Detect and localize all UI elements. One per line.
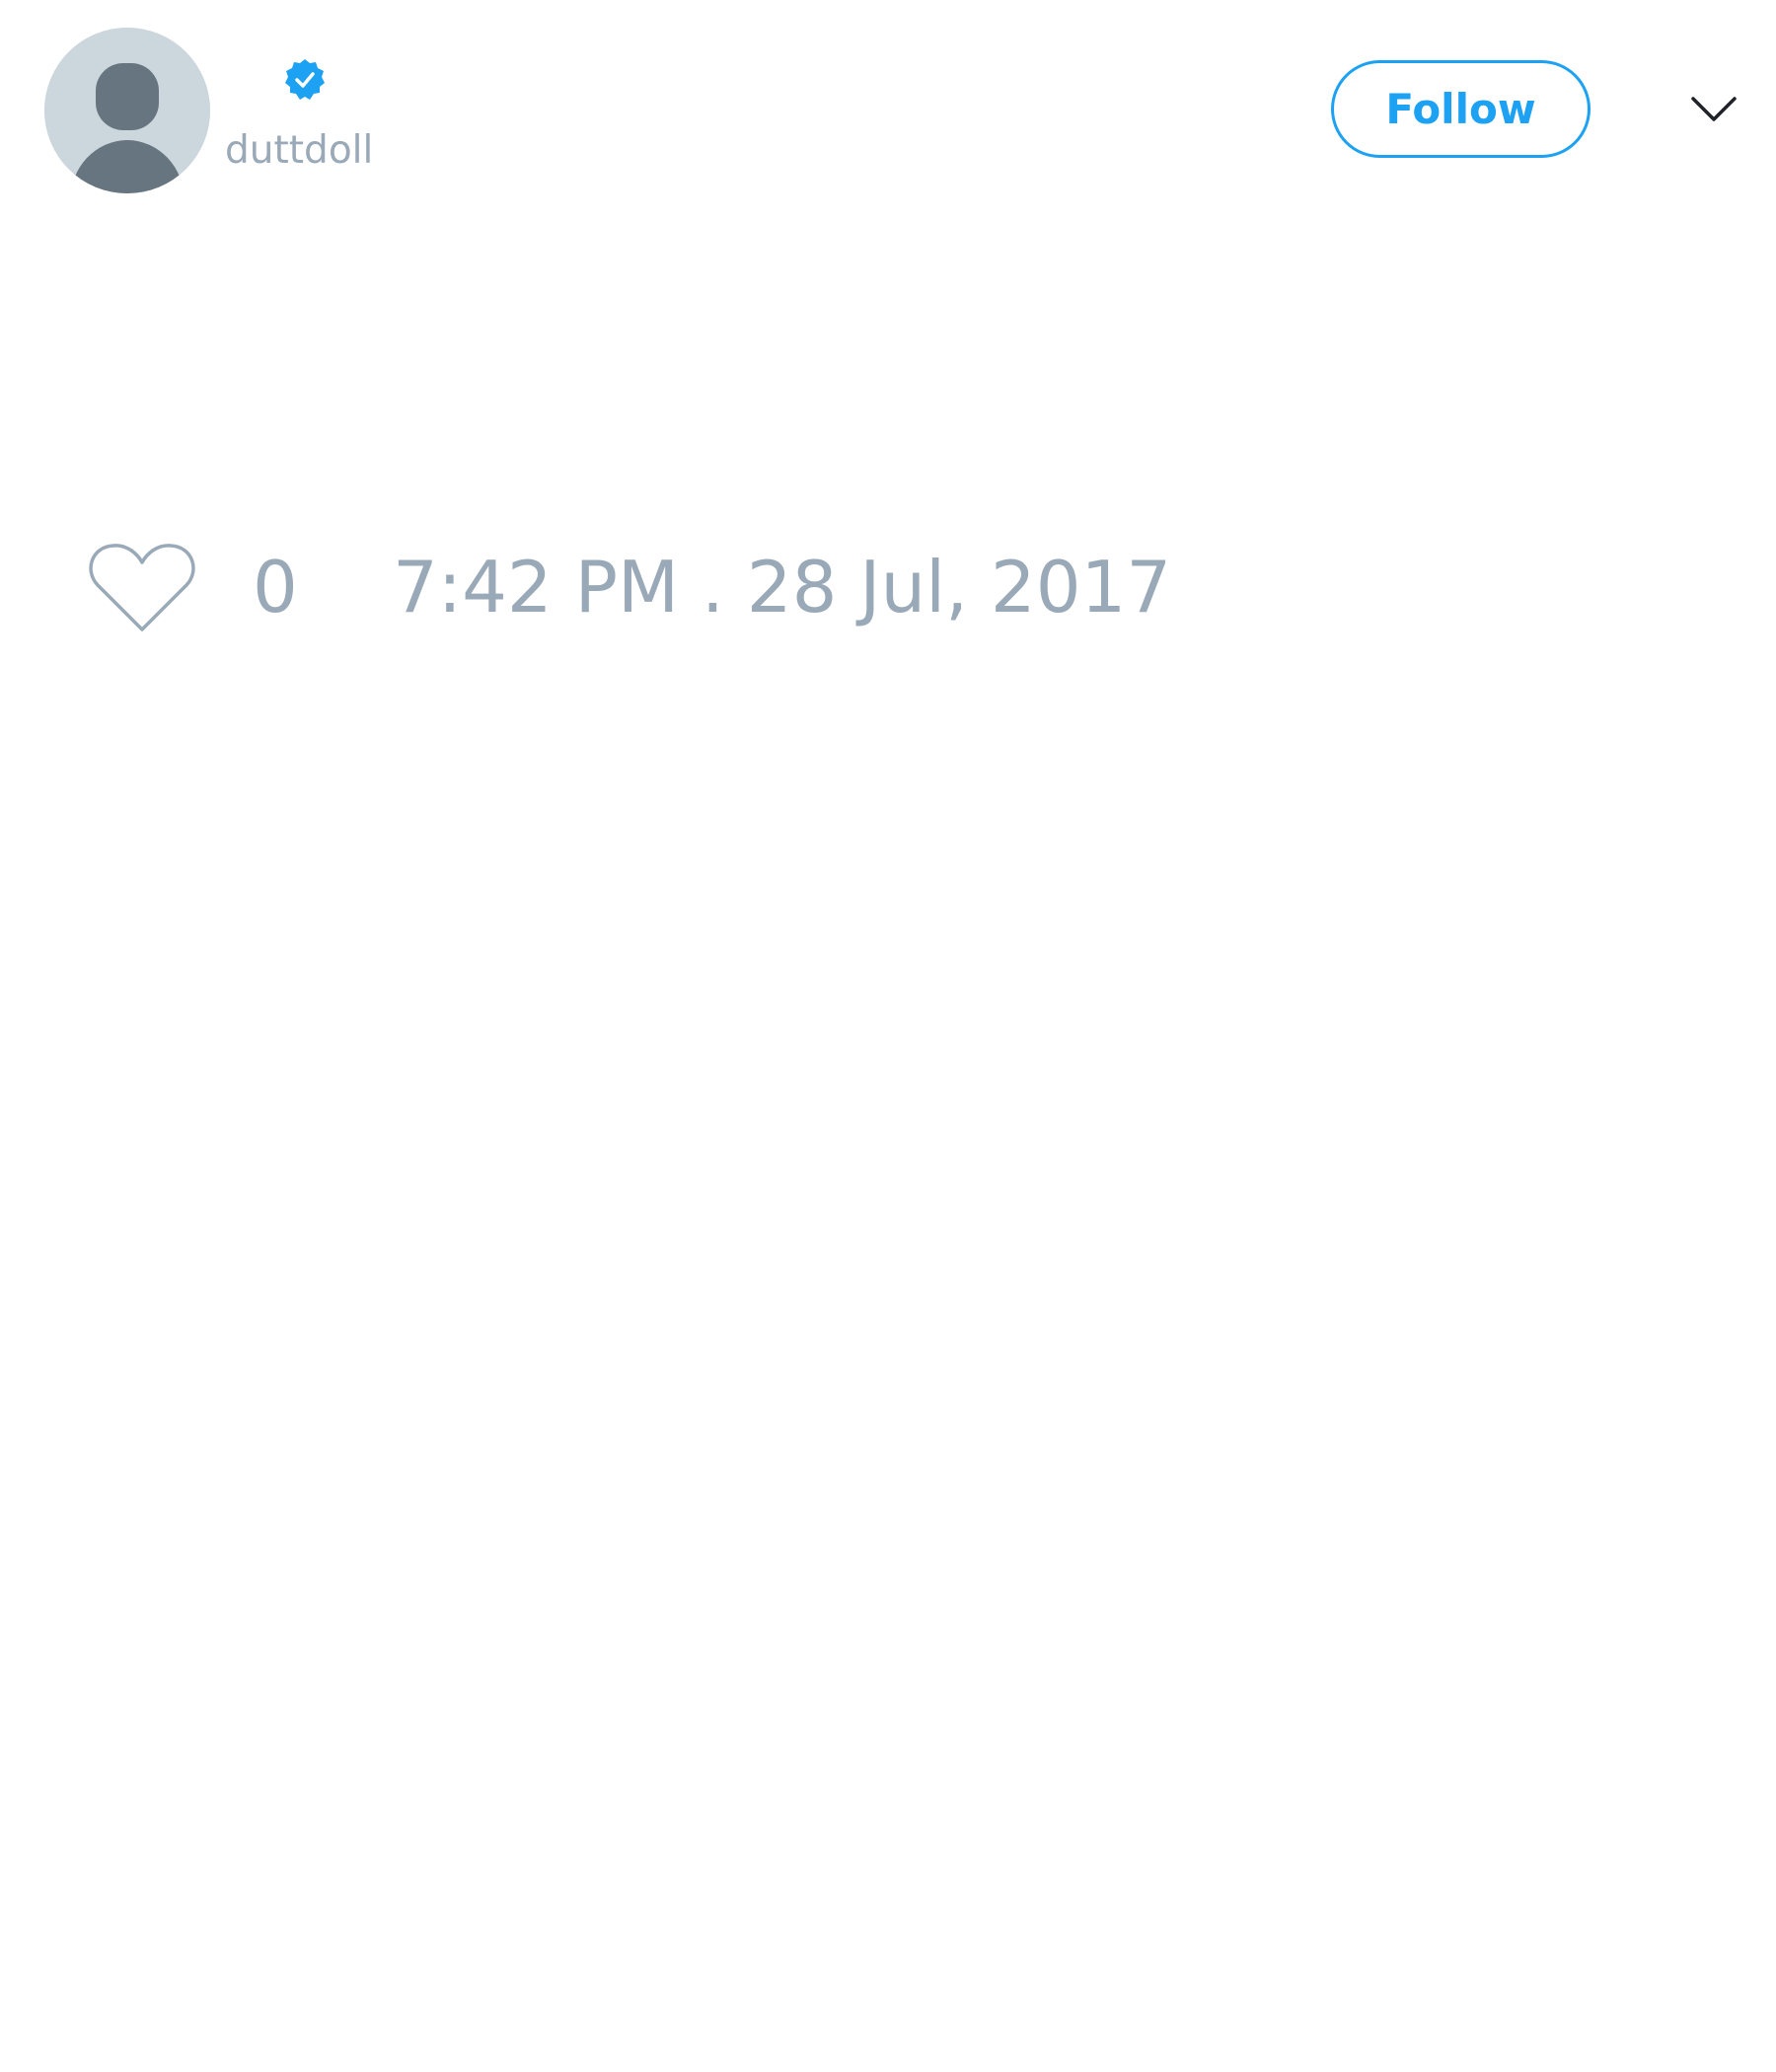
default-profile-silhouette-icon <box>44 28 210 193</box>
chevron-down-icon[interactable] <box>1689 89 1739 130</box>
verified-badge-icon <box>285 59 325 100</box>
like-count: 0 <box>253 546 298 629</box>
heart-outline-icon[interactable] <box>88 541 196 634</box>
tweet-timestamp[interactable]: 7:42 PM . 28 Jul, 2017 <box>393 546 1171 629</box>
follow-button[interactable]: Follow <box>1331 60 1591 158</box>
author-handle[interactable]: duttdoll <box>225 126 373 176</box>
tweet-card: duttdoll Follow 0 7:42 PM . 28 Jul, 2017 <box>0 0 1776 2072</box>
avatar[interactable] <box>44 28 210 193</box>
